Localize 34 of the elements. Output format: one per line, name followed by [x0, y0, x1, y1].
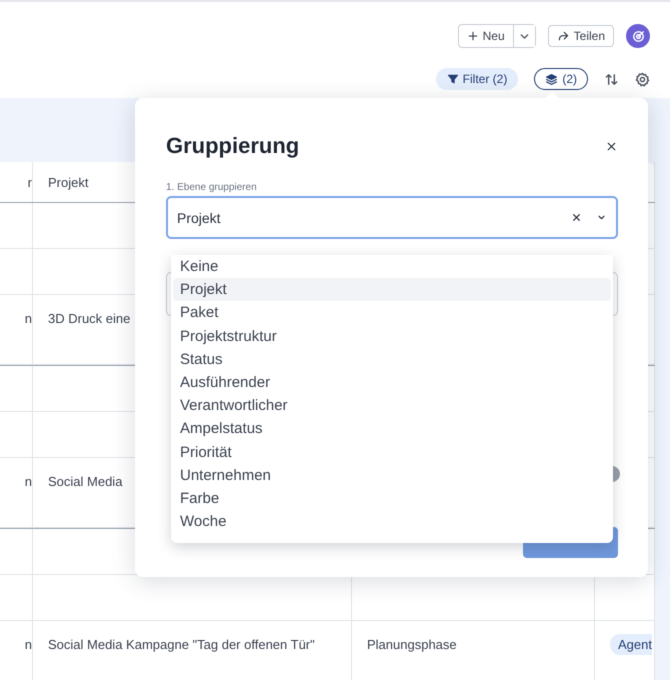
table-cell: Social Media Kampagne "Tag der offenen Tür"	[33, 621, 352, 680]
table-cell: n	[0, 458, 33, 528]
share-icon	[556, 30, 570, 42]
filter-button[interactable]: Filter (2)	[436, 68, 518, 90]
avatar[interactable]	[626, 24, 650, 48]
sort-icon	[604, 72, 619, 86]
funnel-icon	[446, 73, 459, 85]
dropdown-button[interactable]	[512, 25, 535, 47]
tag: Agent	[610, 634, 652, 655]
target-icon	[630, 28, 646, 44]
dropdown-option[interactable]: Ampelstatus	[173, 417, 611, 440]
column-header: Projekt	[48, 174, 88, 190]
select-field[interactable]: Projekt	[166, 196, 618, 239]
gear-icon	[635, 72, 650, 86]
plus-icon	[466, 30, 479, 42]
table-cell: Planungsphase	[352, 621, 595, 680]
clear-icon	[570, 211, 583, 224]
dropdown-option[interactable]: Ausführender	[173, 370, 611, 394]
settings-button[interactable]	[635, 72, 650, 86]
grouping-button[interactable]: (2)	[534, 68, 588, 90]
dropdown-option[interactable]: Verantwortlicher	[173, 394, 611, 418]
column-header: r	[28, 174, 32, 190]
dropdown-option[interactable]: Projekt	[173, 278, 611, 302]
close-icon	[605, 140, 618, 152]
close-button[interactable]	[605, 140, 618, 152]
dialog-title: Gruppierung	[166, 133, 300, 159]
share-button[interactable]: Teilen	[548, 25, 614, 47]
dropdown-option[interactable]: Keine	[173, 255, 611, 278]
table-cell: n	[0, 295, 33, 365]
layers-icon	[545, 72, 558, 86]
sort-button[interactable]	[604, 72, 619, 86]
table-cell: n	[0, 621, 33, 680]
field-label: 1. Ebene gruppieren	[166, 182, 258, 193]
table-cell	[0, 575, 33, 621]
